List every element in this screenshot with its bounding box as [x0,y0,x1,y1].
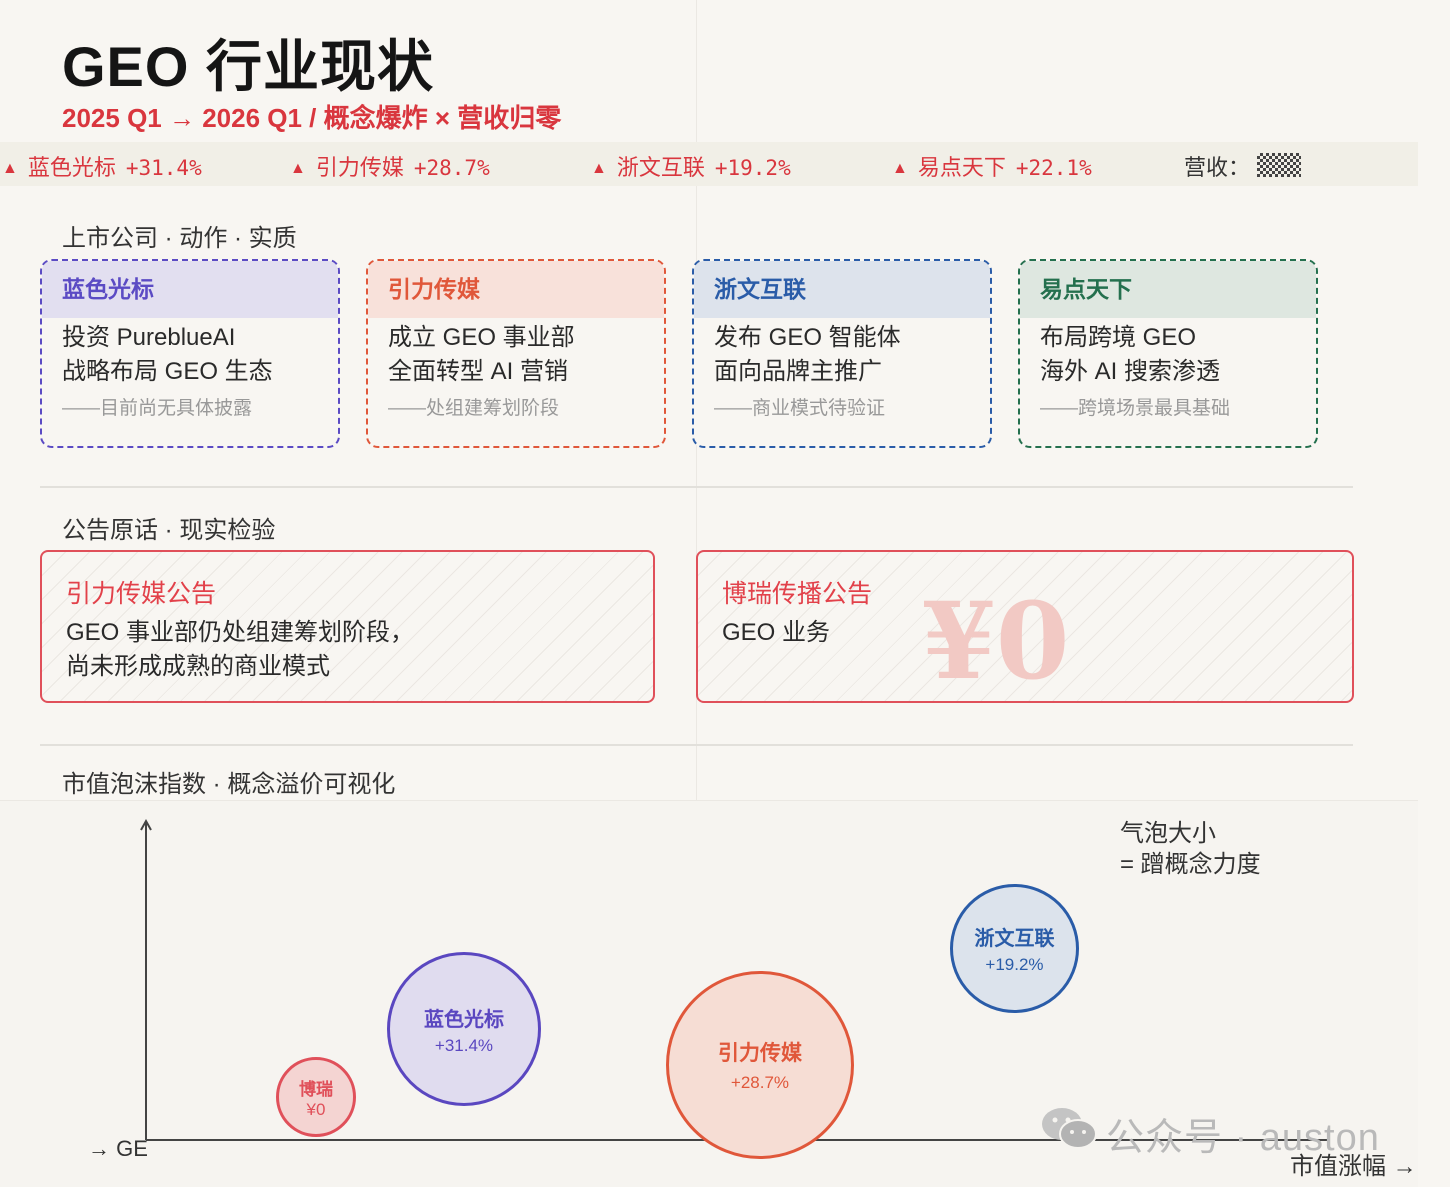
x-axis-label: 市值涨幅 → [1290,1153,1417,1180]
bubble-yinli: 引力传媒 +28.7% [666,971,854,1159]
y-axis-label: → GE [88,1136,148,1161]
bubble-blue-focus: 蓝色光标 +31.4% [387,952,541,1106]
watermark: 公众号 · auston [1040,1106,1379,1159]
bubble-borui: 博瑞 ¥0 [276,1057,356,1137]
wechat-icon [1042,1108,1097,1149]
bubble-zhewen: 浙文互联 +19.2% [950,884,1079,1013]
bubble-size-legend: 气泡大小 = 蹭概念力度 [1120,820,1261,878]
